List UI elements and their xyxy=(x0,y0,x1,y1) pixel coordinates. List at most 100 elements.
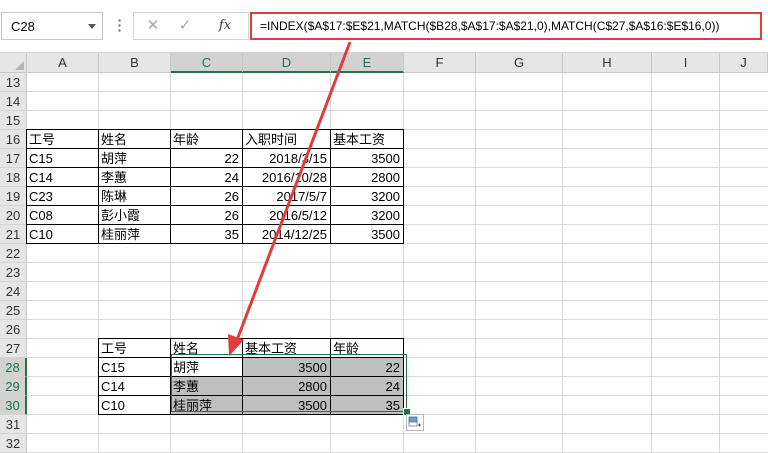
source-data-cell[interactable]: 2017/5/7 xyxy=(242,186,331,206)
gridline-vertical xyxy=(562,73,563,453)
result-data-cell[interactable]: 24 xyxy=(330,376,404,396)
column-header-a[interactable]: A xyxy=(27,53,99,73)
column-header-e[interactable]: E xyxy=(331,53,404,73)
source-data-cell[interactable]: 3200 xyxy=(330,186,404,206)
gridline-horizontal xyxy=(27,433,768,434)
row-header-28[interactable]: 28 xyxy=(0,358,27,377)
row-header-20[interactable]: 20 xyxy=(0,206,27,225)
row-header-24[interactable]: 24 xyxy=(0,282,27,301)
result-data-cell[interactable]: 2800 xyxy=(242,376,331,396)
gridline-horizontal xyxy=(27,300,768,301)
result-data-cell[interactable]: C14 xyxy=(98,376,171,396)
source-header-cell[interactable]: 年龄 xyxy=(170,129,243,149)
source-data-cell[interactable]: 2018/3/15 xyxy=(242,148,331,168)
row-header-15[interactable]: 15 xyxy=(0,111,27,130)
row-header-13[interactable]: 13 xyxy=(0,73,27,92)
source-header-cell[interactable]: 姓名 xyxy=(98,129,171,149)
column-header-b[interactable]: B xyxy=(99,53,171,73)
source-data-cell[interactable]: 陈琳 xyxy=(98,186,171,206)
column-header-i[interactable]: I xyxy=(652,53,720,73)
source-data-cell[interactable]: 胡萍 xyxy=(98,148,171,168)
column-header-f[interactable]: F xyxy=(404,53,476,73)
row-header-30[interactable]: 30 xyxy=(0,396,27,415)
source-data-cell[interactable]: 22 xyxy=(170,148,243,168)
source-data-cell[interactable]: 2016/10/28 xyxy=(242,167,331,187)
result-data-cell[interactable]: C15 xyxy=(98,357,171,377)
column-header-j[interactable]: J xyxy=(720,53,768,73)
source-header-cell[interactable]: 入职时间 xyxy=(242,129,331,149)
gridline-vertical xyxy=(719,73,720,453)
source-data-cell[interactable]: 3200 xyxy=(330,205,404,225)
name-box-value: C28 xyxy=(11,19,35,34)
result-header-cell[interactable]: 姓名 xyxy=(170,338,243,358)
result-data-cell[interactable]: 22 xyxy=(330,357,404,377)
source-data-cell[interactable]: 2016/5/12 xyxy=(242,205,331,225)
source-data-cell[interactable]: 3500 xyxy=(330,148,404,168)
source-data-cell[interactable]: 3500 xyxy=(330,224,404,244)
row-header-18[interactable]: 18 xyxy=(0,168,27,187)
formula-input[interactable]: =INDEX($A$17:$E$21,MATCH($B28,$A$17:$A$2… xyxy=(250,12,762,40)
row-header-26[interactable]: 26 xyxy=(0,320,27,339)
cancel-icon[interactable]: ✕ xyxy=(142,16,164,36)
result-data-cell[interactable]: 3500 xyxy=(242,395,331,415)
gridline-horizontal xyxy=(27,281,768,282)
column-header-h[interactable]: H xyxy=(563,53,652,73)
chevron-down-icon[interactable] xyxy=(88,24,96,29)
row-header-21[interactable]: 21 xyxy=(0,225,27,244)
source-data-cell[interactable]: 桂丽萍 xyxy=(98,224,171,244)
enter-icon[interactable]: ✓ xyxy=(174,16,196,36)
source-data-cell[interactable]: 26 xyxy=(170,205,243,225)
quick-analysis-icon xyxy=(408,416,421,427)
source-data-cell[interactable]: 26 xyxy=(170,186,243,206)
gridline-horizontal xyxy=(27,110,768,111)
row-header-32[interactable]: 32 xyxy=(0,434,27,453)
row-header-22[interactable]: 22 xyxy=(0,244,27,263)
row-header-25[interactable]: 25 xyxy=(0,301,27,320)
source-data-cell[interactable]: C08 xyxy=(26,205,99,225)
formula-bar: C28 ✕ ✓ fx =INDEX($A$17:$E$21,MATCH($B28… xyxy=(0,0,768,53)
column-header-c[interactable]: C xyxy=(171,53,243,73)
drag-handle-icon[interactable] xyxy=(118,18,121,32)
row-header-27[interactable]: 27 xyxy=(0,339,27,358)
row-header-17[interactable]: 17 xyxy=(0,149,27,168)
gridline-horizontal xyxy=(27,262,768,263)
gridline-horizontal xyxy=(27,319,768,320)
result-data-cell[interactable]: 李蕙 xyxy=(170,376,243,396)
row-header-31[interactable]: 31 xyxy=(0,415,27,434)
row-header-16[interactable]: 16 xyxy=(0,130,27,149)
name-box[interactable]: C28 xyxy=(1,12,103,40)
column-header-g[interactable]: G xyxy=(476,53,563,73)
row-header-23[interactable]: 23 xyxy=(0,263,27,282)
source-data-cell[interactable]: 2014/12/25 xyxy=(242,224,331,244)
quick-analysis-button[interactable] xyxy=(406,414,424,431)
result-data-cell[interactable]: C10 xyxy=(98,395,171,415)
row-header-14[interactable]: 14 xyxy=(0,92,27,111)
source-header-cell[interactable]: 工号 xyxy=(26,129,99,149)
result-header-cell[interactable]: 工号 xyxy=(98,338,171,358)
gridline-horizontal xyxy=(27,91,768,92)
source-data-cell[interactable]: 24 xyxy=(170,167,243,187)
result-header-cell[interactable]: 基本工资 xyxy=(242,338,331,358)
row-header-19[interactable]: 19 xyxy=(0,187,27,206)
source-data-cell[interactable]: C23 xyxy=(26,186,99,206)
insert-function-icon[interactable]: fx xyxy=(214,16,236,36)
result-header-cell[interactable]: 年龄 xyxy=(330,338,404,358)
source-data-cell[interactable]: 2800 xyxy=(330,167,404,187)
formula-buttons: ✕ ✓ fx xyxy=(133,12,249,40)
source-data-cell[interactable]: 35 xyxy=(170,224,243,244)
source-data-cell[interactable]: C10 xyxy=(26,224,99,244)
result-data-cell[interactable]: 桂丽萍 xyxy=(170,395,243,415)
row-header-29[interactable]: 29 xyxy=(0,377,27,396)
source-data-cell[interactable]: 彭小霞 xyxy=(98,205,171,225)
source-data-cell[interactable]: C15 xyxy=(26,148,99,168)
source-header-cell[interactable]: 基本工资 xyxy=(330,129,404,149)
gridline-vertical xyxy=(475,73,476,453)
result-data-cell[interactable]: 35 xyxy=(330,395,404,415)
source-data-cell[interactable]: C14 xyxy=(26,167,99,187)
result-data-cell[interactable]: 胡萍 xyxy=(170,357,243,377)
select-all-button[interactable] xyxy=(0,53,27,73)
source-data-cell[interactable]: 李蕙 xyxy=(98,167,171,187)
gridline-vertical xyxy=(651,73,652,453)
result-data-cell[interactable]: 3500 xyxy=(242,357,331,377)
column-header-d[interactable]: D xyxy=(243,53,331,73)
